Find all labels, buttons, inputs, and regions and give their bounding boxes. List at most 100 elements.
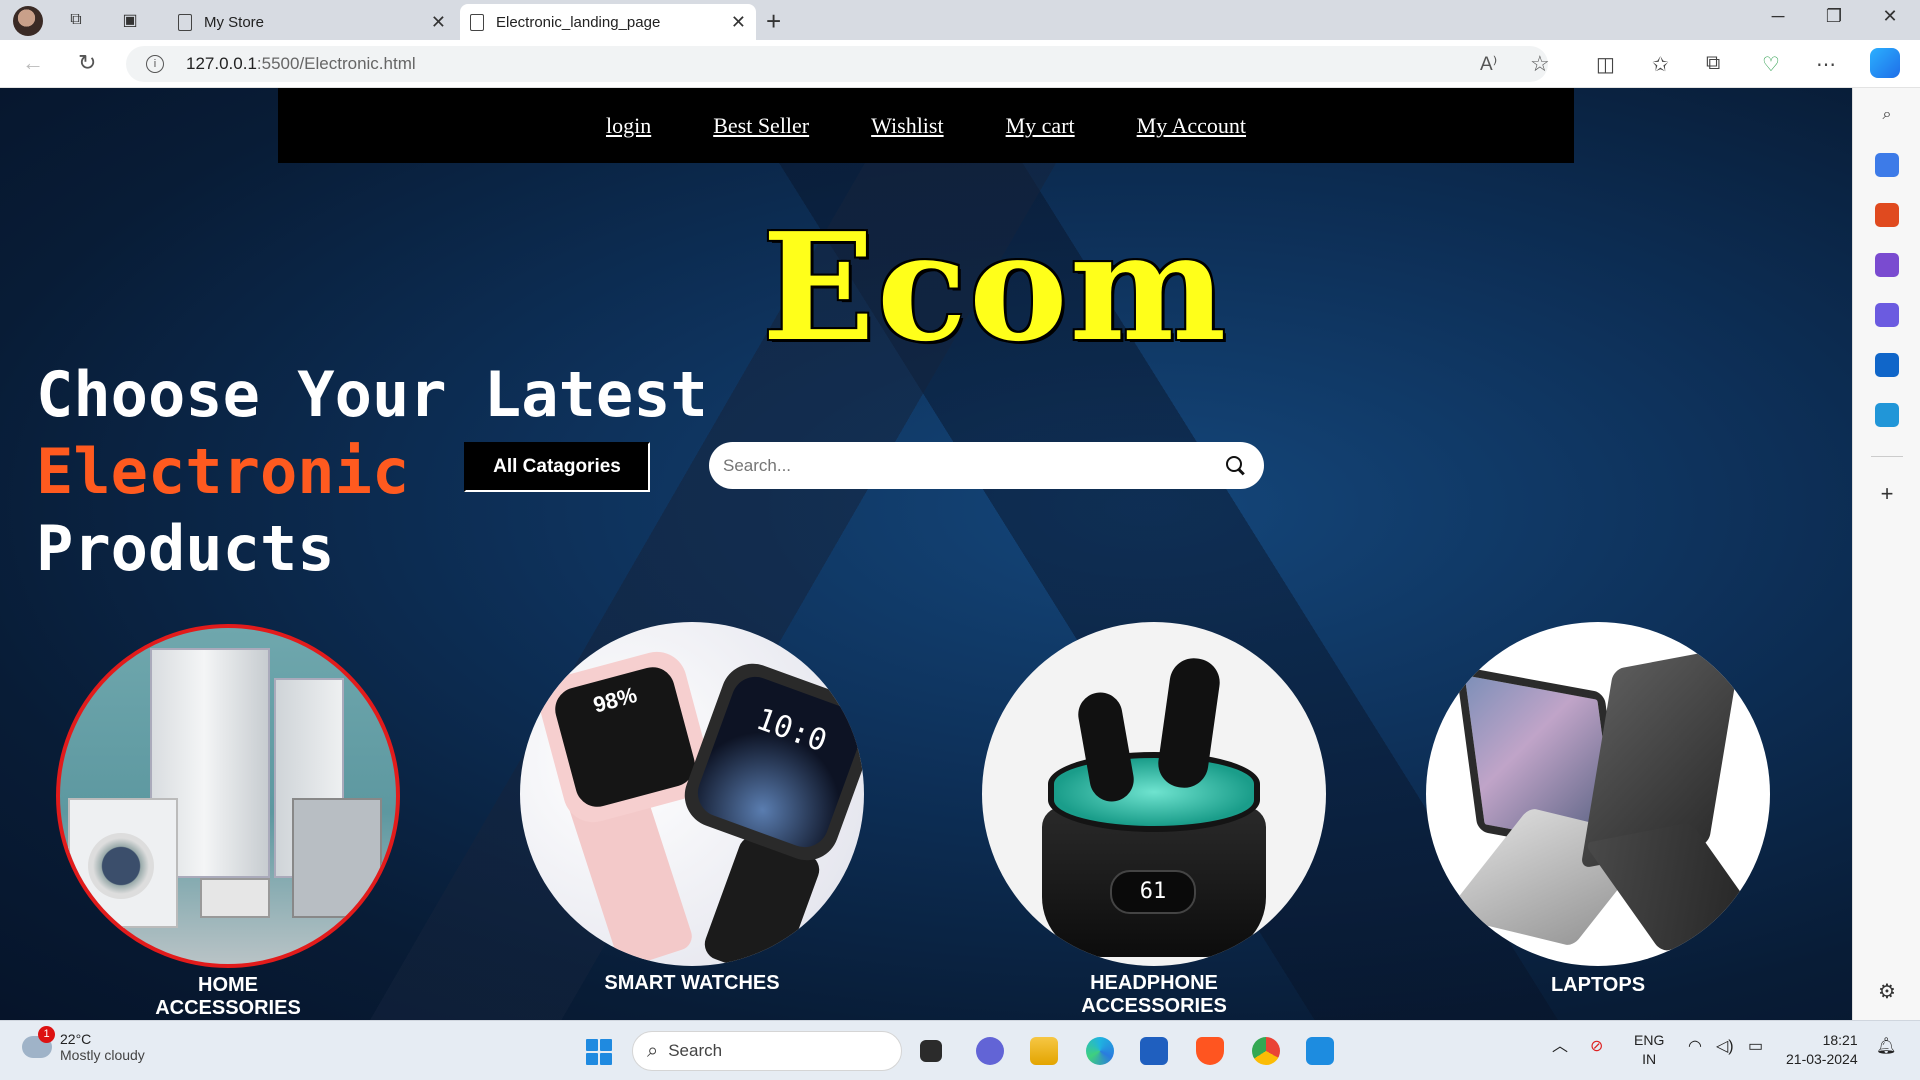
all-categories-button[interactable]: All Catagories	[464, 442, 650, 492]
store-icon[interactable]	[1140, 1037, 1168, 1065]
search-icon[interactable]	[1226, 455, 1246, 476]
outlook-icon[interactable]	[1875, 353, 1899, 377]
category-label-line-1: HOME	[198, 974, 258, 996]
vertical-tabs-icon[interactable]: ▣	[118, 8, 142, 32]
notification-badge: 1	[38, 1026, 55, 1043]
back-arrow-icon[interactable]: ←	[22, 50, 44, 76]
taskbar-search[interactable]: ⌕ Search	[632, 1031, 902, 1071]
category-card-home-accessories[interactable]: HOME ACCESSORIES	[56, 624, 400, 1020]
search-input[interactable]	[723, 455, 1226, 476]
web-page: login Best Seller Wishlist My cart My Ac…	[0, 88, 1852, 1020]
clock-time: 18:21	[1822, 1032, 1858, 1048]
start-button[interactable]	[586, 1039, 612, 1065]
url-path: :5500/Electronic.html	[256, 54, 416, 73]
workspaces-icon[interactable]: ⧉	[64, 8, 88, 32]
category-card-laptops[interactable]: LAPTOPS	[1426, 622, 1770, 997]
browser-toolbar: ← ↻ i 127.0.0.1:5500/Electronic.html A⁾ …	[0, 40, 1920, 88]
collections-icon[interactable]: ⧉	[1706, 52, 1720, 75]
pink-watch-screen: 98%	[550, 662, 700, 812]
more-menu-icon[interactable]: ⋯	[1816, 52, 1836, 77]
black-watch-screen: 10:0	[691, 670, 864, 854]
case-lid-interior-shape	[1048, 752, 1260, 832]
edge-sidebar: ⌕ + ⚙	[1852, 88, 1920, 1020]
nav-wishlist-link[interactable]: Wishlist	[871, 113, 943, 139]
battery-icon[interactable]: ▭	[1748, 1037, 1763, 1056]
laptops-image[interactable]	[1426, 622, 1770, 966]
favorite-star-icon[interactable]: ☆	[1530, 51, 1550, 77]
category-label: HEADPHONE ACCESSORIES	[982, 972, 1326, 1018]
clock-date: 21-03-2024	[1786, 1051, 1858, 1067]
close-tab-icon[interactable]: ✕	[731, 12, 746, 33]
nav-best-seller-link[interactable]: Best Seller	[713, 113, 809, 139]
clock[interactable]: 18:21 21-03-2024	[1786, 1031, 1858, 1069]
nav-my-account-link[interactable]: My Account	[1137, 113, 1246, 139]
split-screen-icon[interactable]: ◫	[1596, 52, 1615, 77]
restore-button[interactable]: ❐	[1814, 6, 1854, 27]
weather-widget[interactable]: 1 22°C Mostly cloudy	[22, 1026, 145, 1063]
chrome-browser-icon[interactable]	[1252, 1037, 1280, 1065]
wifi-icon[interactable]: ◠	[1688, 1037, 1702, 1056]
tab-label: Electronic_landing_page	[496, 13, 661, 31]
refresh-icon[interactable]: ↻	[78, 50, 96, 76]
battery-display-text: 61	[1139, 879, 1167, 904]
category-label-line-2: ACCESSORIES	[1081, 995, 1227, 1017]
watch-time-text: 10:0	[751, 701, 832, 760]
cloud-icon: 1	[22, 1026, 55, 1058]
brave-browser-icon[interactable]	[1196, 1037, 1224, 1065]
tab-electronic-landing[interactable]: Electronic_landing_page ✕	[460, 4, 756, 40]
edge-browser-icon[interactable]	[1086, 1037, 1114, 1065]
search-bar	[709, 442, 1264, 489]
copilot-icon[interactable]	[1870, 48, 1900, 78]
language-line-2: IN	[1642, 1051, 1657, 1067]
search-icon[interactable]: ⌕	[1875, 103, 1899, 127]
taskbar: 1 22°C Mostly cloudy ⌕ Search ︿ ⊘ ENG IN…	[0, 1020, 1920, 1080]
address-bar[interactable]: i 127.0.0.1:5500/Electronic.html	[126, 46, 1548, 82]
toolbox-icon[interactable]	[1875, 203, 1899, 227]
washer-door-shape	[88, 833, 154, 899]
brand-logo-text: Ecom	[762, 200, 1229, 374]
read-aloud-icon[interactable]: A⁾	[1480, 53, 1497, 76]
category-label: LAPTOPS	[1426, 974, 1770, 997]
profile-avatar[interactable]	[13, 6, 43, 36]
category-label-line-2: ACCESSORIES	[155, 997, 301, 1019]
headphone-accessories-image[interactable]: 61	[982, 622, 1326, 966]
close-tab-icon[interactable]: ✕	[431, 12, 446, 33]
vscode-icon[interactable]	[1306, 1037, 1334, 1065]
microsoft-365-icon[interactable]	[1875, 303, 1899, 327]
category-label: SMART WATCHES	[520, 972, 864, 995]
tab-my-store[interactable]: My Store ✕	[168, 4, 456, 40]
browser-tab-strip: ⧉ ▣ My Store ✕ Electronic_landing_page ✕…	[0, 0, 1920, 40]
minimize-button[interactable]: ─	[1758, 6, 1798, 27]
watch-percent-text: 98%	[590, 682, 640, 718]
security-warning-icon[interactable]: ⊘	[1590, 1037, 1603, 1056]
nav-my-cart-link[interactable]: My cart	[1006, 113, 1075, 139]
show-hidden-icons-icon[interactable]: ︿	[1552, 1037, 1568, 1056]
send-icon[interactable]	[1875, 403, 1899, 427]
file-explorer-icon[interactable]	[1030, 1037, 1058, 1065]
home-accessories-image[interactable]	[56, 624, 400, 968]
site-info-icon[interactable]: i	[146, 55, 164, 73]
language-line-1: ENG	[1634, 1032, 1665, 1048]
language-indicator[interactable]: ENG IN	[1634, 1031, 1664, 1069]
headline-line-3: Products	[36, 512, 335, 585]
search-icon: ⌕	[647, 1039, 659, 1062]
smart-watches-image[interactable]: 98% 10:0	[520, 622, 864, 966]
microwave-shape	[200, 878, 270, 918]
notifications-bell-icon[interactable]: 🔔︎	[1876, 1037, 1896, 1056]
close-window-button[interactable]: ✕	[1870, 6, 1910, 27]
task-view-icon[interactable]	[920, 1040, 942, 1062]
url-host: 127.0.0.1	[186, 54, 257, 73]
favorites-icon[interactable]: ✩	[1652, 52, 1669, 77]
settings-gear-icon[interactable]: ⚙	[1875, 980, 1899, 1004]
chat-icon[interactable]	[976, 1037, 1004, 1065]
volume-icon[interactable]: ◁)	[1716, 1037, 1734, 1056]
nav-login-link[interactable]: login	[606, 113, 651, 139]
new-tab-button[interactable]: +	[766, 6, 781, 37]
category-card-smart-watches[interactable]: 98% 10:0 SMART WATCHES	[520, 622, 864, 995]
category-label-line-1: LAPTOPS	[1550, 974, 1646, 996]
tag-icon[interactable]	[1875, 153, 1899, 177]
add-icon[interactable]: +	[1875, 482, 1899, 506]
category-card-headphone-accessories[interactable]: 61 HEADPHONE ACCESSORIES	[982, 622, 1326, 1018]
browser-essentials-icon[interactable]: ♡	[1762, 52, 1780, 77]
games-icon[interactable]	[1875, 253, 1899, 277]
